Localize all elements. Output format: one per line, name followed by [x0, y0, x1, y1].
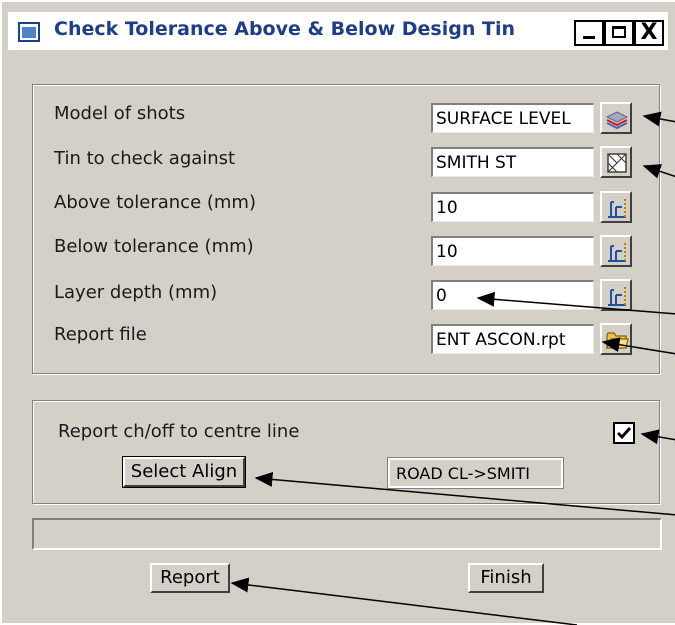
below-tolerance-field[interactable]: 10: [431, 236, 594, 266]
report-file-browse-button[interactable]: [600, 323, 632, 355]
maximize-button[interactable]: [604, 20, 634, 46]
alignment-display: ROAD CL->SMITI: [387, 457, 564, 489]
model-select-button[interactable]: [600, 102, 632, 134]
below-tolerance-label: Below tolerance (mm): [54, 236, 254, 257]
calculator-icon: [608, 243, 626, 262]
above-tolerance-label: Above tolerance (mm): [54, 192, 256, 213]
alignment-group: [32, 400, 660, 504]
report-chainage-label: Report ch/off to centre line: [58, 421, 300, 442]
checkmark-icon: [616, 427, 632, 440]
report-file-label: Report file: [54, 324, 147, 345]
folder-icon: [606, 332, 629, 349]
report-chainage-checkbox[interactable]: [613, 422, 635, 444]
tin-to-check-label: Tin to check against: [54, 148, 236, 169]
layers-icon: [605, 111, 629, 130]
calculator-icon: [608, 199, 626, 218]
title-bar: Check Tolerance Above & Below Design Tin…: [8, 12, 668, 50]
select-align-button[interactable]: Select Align: [122, 456, 246, 488]
model-of-shots-label: Model of shots: [54, 103, 186, 124]
above-tolerance-field[interactable]: 10: [431, 192, 594, 222]
layer-depth-calc-button[interactable]: [600, 279, 632, 311]
layer-depth-label: Layer depth (mm): [54, 282, 218, 303]
window-title: Check Tolerance Above & Below Design Tin: [54, 18, 515, 40]
tin-select-button[interactable]: [600, 146, 632, 178]
report-button[interactable]: Report: [150, 563, 230, 593]
below-tolerance-calc-button[interactable]: [600, 235, 632, 267]
layer-depth-field[interactable]: 0: [431, 280, 594, 310]
tin-to-check-field[interactable]: SMITH ST: [431, 147, 594, 177]
close-button[interactable]: X: [634, 20, 664, 46]
model-of-shots-field[interactable]: SURFACE LEVEL: [431, 103, 594, 133]
window-controls: X: [574, 20, 664, 48]
finish-button[interactable]: Finish: [468, 563, 544, 593]
above-tolerance-calc-button[interactable]: [600, 191, 632, 223]
minimize-button[interactable]: [574, 20, 604, 46]
app-icon: [18, 22, 40, 42]
calculator-icon: [608, 287, 626, 306]
dialog-window: Check Tolerance Above & Below Design Tin…: [0, 0, 675, 625]
report-file-field[interactable]: ENT ASCON.rpt: [431, 324, 594, 354]
tin-icon: [607, 153, 627, 173]
status-bar: [32, 518, 662, 550]
